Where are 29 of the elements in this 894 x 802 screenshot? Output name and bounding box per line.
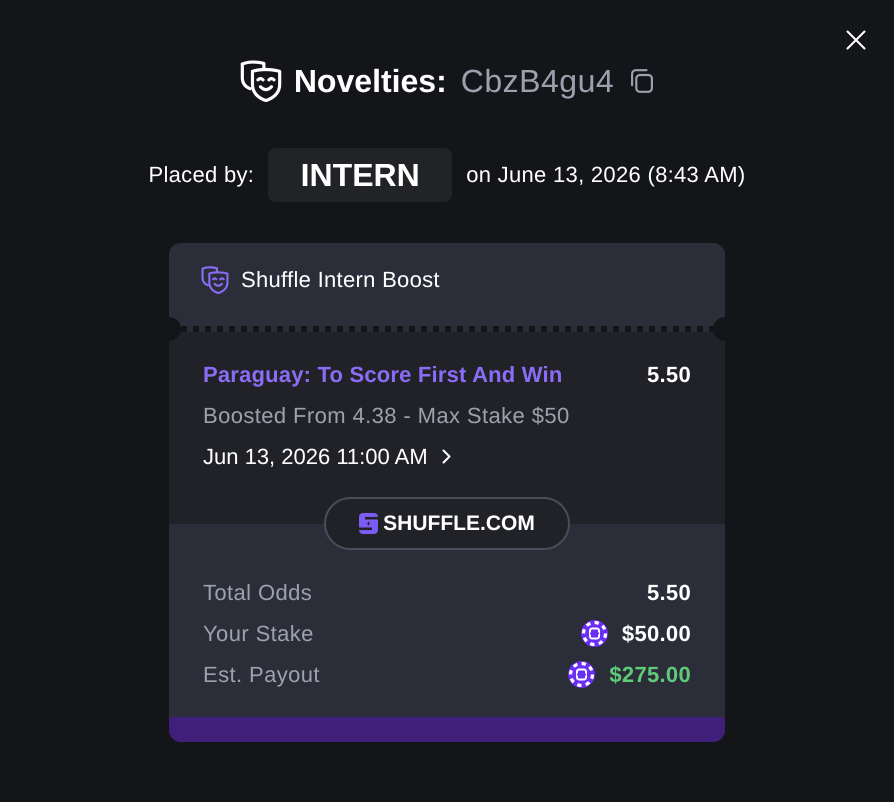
- chip-icon: [568, 661, 596, 688]
- placed-date: on June 13, 2026 (8:43 AM): [466, 162, 746, 188]
- chip-icon: [580, 620, 608, 647]
- boost-note: Boosted From 4.38 - Max Stake $50: [203, 402, 570, 428]
- logo-icon: [359, 513, 378, 534]
- masks-icon: [201, 266, 229, 294]
- copy-button[interactable]: [630, 69, 654, 93]
- summary-value: $275.00: [609, 662, 691, 688]
- username-tag: INTERN: [268, 148, 452, 202]
- summary-value: 5.50: [646, 580, 691, 606]
- ticket-notch: [713, 317, 725, 341]
- selection-odds: 5.50: [646, 362, 691, 388]
- market-name: Paraguay: To Score First And Win: [203, 362, 562, 388]
- copy-icon: [630, 69, 654, 93]
- summary-value: $50.00: [622, 620, 691, 646]
- ticket-title: Shuffle Intern Boost: [241, 267, 440, 293]
- masks-icon: [240, 60, 282, 102]
- ticket-notch: [169, 317, 181, 341]
- close-icon: [846, 30, 866, 50]
- summary-label: Your Stake: [203, 620, 314, 646]
- close-button[interactable]: [846, 30, 866, 50]
- brand-name: SHUFFLE.COM: [383, 512, 535, 536]
- summary-label: Total Odds: [203, 580, 312, 606]
- bet-code: CbzB4gu4: [460, 62, 614, 100]
- modal-title: Novelties:: [294, 62, 447, 100]
- placed-by-label: Placed by:: [148, 162, 254, 188]
- chevron-right-icon: [442, 449, 451, 464]
- event-time-link[interactable]: Jun 13, 2026 11:00 AM: [203, 444, 451, 470]
- summary-label: Est. Payout: [203, 662, 320, 688]
